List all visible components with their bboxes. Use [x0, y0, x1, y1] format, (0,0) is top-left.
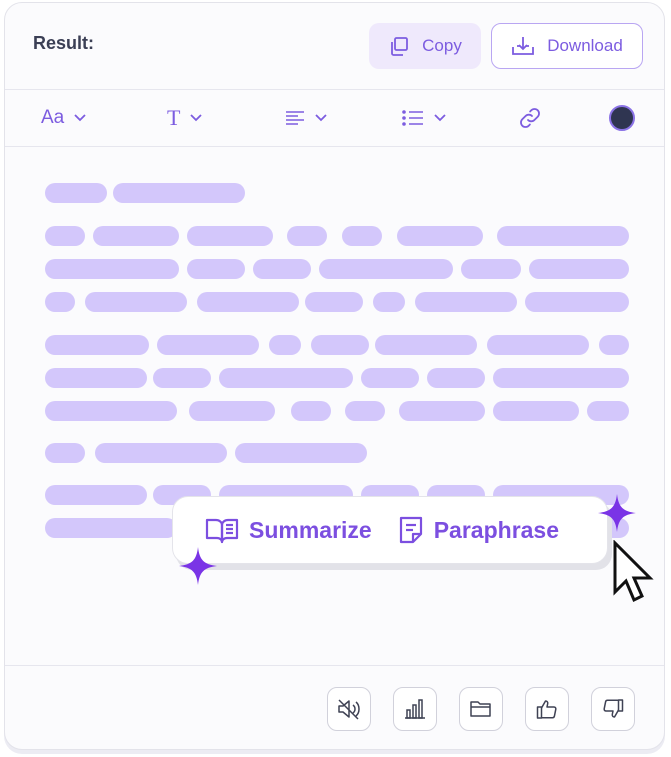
like-button[interactable] [525, 687, 569, 731]
save-to-folder-button[interactable] [459, 687, 503, 731]
text-line-placeholder [45, 183, 107, 203]
copy-icon [391, 37, 409, 56]
text-line-placeholder [197, 292, 299, 312]
text-line-placeholder [187, 259, 245, 279]
document-edit-icon [399, 516, 422, 544]
text-line-placeholder [235, 443, 367, 463]
text-line-placeholder [153, 368, 211, 388]
result-header: Result: Copy Download [5, 3, 664, 90]
text-color-picker[interactable] [609, 105, 635, 131]
folder-icon [470, 701, 491, 717]
text-line-placeholder [287, 226, 327, 246]
download-label: Download [547, 36, 623, 55]
text-line-placeholder [45, 368, 147, 388]
formatting-toolbar: Aa T [5, 90, 664, 147]
text-line-placeholder [342, 226, 382, 246]
text-line-placeholder [529, 259, 629, 279]
alignment-dropdown[interactable] [285, 104, 327, 132]
text-line-placeholder [311, 335, 369, 355]
text-line-placeholder [189, 401, 275, 421]
text-line-placeholder [587, 401, 629, 421]
text-line-placeholder [461, 259, 521, 279]
text-line-placeholder [319, 259, 453, 279]
text-line-placeholder [497, 226, 629, 246]
speaker-mute-icon [338, 699, 360, 720]
text-line-placeholder [45, 443, 85, 463]
chevron-down-icon [190, 114, 203, 122]
text-line-placeholder [305, 292, 363, 312]
stats-button[interactable] [393, 687, 437, 731]
link-icon [520, 108, 540, 128]
text-action-popup: Summarize Paraphrase [172, 496, 608, 564]
result-label: Result: [33, 33, 95, 53]
list-dropdown[interactable] [402, 104, 446, 132]
font-size-dropdown[interactable]: Aa [41, 104, 86, 132]
text-line-placeholder [45, 259, 179, 279]
text-line-placeholder [397, 226, 483, 246]
book-open-icon [205, 518, 239, 544]
summarize-button[interactable]: Summarize [205, 516, 372, 544]
text-line-placeholder [361, 368, 419, 388]
sparkle-icon [598, 494, 636, 532]
font-label: Aa [41, 107, 65, 128]
copy-label: Copy [422, 36, 462, 55]
text-style-dropdown[interactable]: T [167, 104, 203, 132]
thumbs-up-icon [536, 700, 557, 719]
mouse-cursor-icon [613, 540, 654, 603]
text-line-placeholder [187, 226, 273, 246]
dislike-button[interactable] [591, 687, 635, 731]
text-line-placeholder [157, 335, 259, 355]
paraphrase-button[interactable]: Paraphrase [398, 516, 559, 544]
text-line-placeholder [399, 401, 485, 421]
feedback-footer [5, 665, 664, 749]
chevron-down-icon [74, 114, 86, 122]
bar-chart-icon [405, 699, 425, 719]
text-line-placeholder [45, 292, 75, 312]
thumbs-down-icon [603, 699, 624, 718]
text-line-placeholder [375, 335, 477, 355]
text-line-placeholder [95, 443, 227, 463]
chevron-down-icon [434, 114, 446, 122]
text-line-placeholder [427, 368, 485, 388]
result-panel: Result: Copy Download Aa T [4, 2, 665, 750]
copy-button[interactable]: Copy [369, 23, 481, 69]
text-line-placeholder [291, 401, 331, 421]
text-style-label: T [167, 105, 181, 130]
text-line-placeholder [269, 335, 301, 355]
text-line-placeholder [415, 292, 517, 312]
list-icon [402, 110, 423, 126]
text-line-placeholder [45, 226, 85, 246]
sparkle-icon [179, 547, 217, 585]
chevron-down-icon [315, 114, 327, 122]
mute-button[interactable] [327, 687, 371, 731]
text-line-placeholder [599, 335, 629, 355]
summarize-label: Summarize [249, 516, 372, 543]
text-line-placeholder [45, 518, 177, 538]
text-line-placeholder [113, 183, 245, 203]
text-line-placeholder [45, 401, 177, 421]
align-left-icon [286, 111, 304, 125]
text-line-placeholder [525, 292, 629, 312]
text-line-placeholder [487, 335, 589, 355]
download-icon [512, 37, 535, 55]
download-button[interactable]: Download [491, 23, 643, 69]
text-line-placeholder [93, 226, 179, 246]
text-line-placeholder [493, 368, 629, 388]
result-text-area[interactable] [5, 147, 664, 665]
text-line-placeholder [85, 292, 187, 312]
text-line-placeholder [253, 259, 311, 279]
text-line-placeholder [219, 368, 353, 388]
paraphrase-label: Paraphrase [433, 516, 560, 543]
text-line-placeholder [493, 401, 579, 421]
text-line-placeholder [373, 292, 405, 312]
link-button[interactable] [517, 104, 543, 132]
text-line-placeholder [345, 401, 385, 421]
text-line-placeholder [45, 335, 149, 355]
text-line-placeholder [45, 485, 147, 505]
